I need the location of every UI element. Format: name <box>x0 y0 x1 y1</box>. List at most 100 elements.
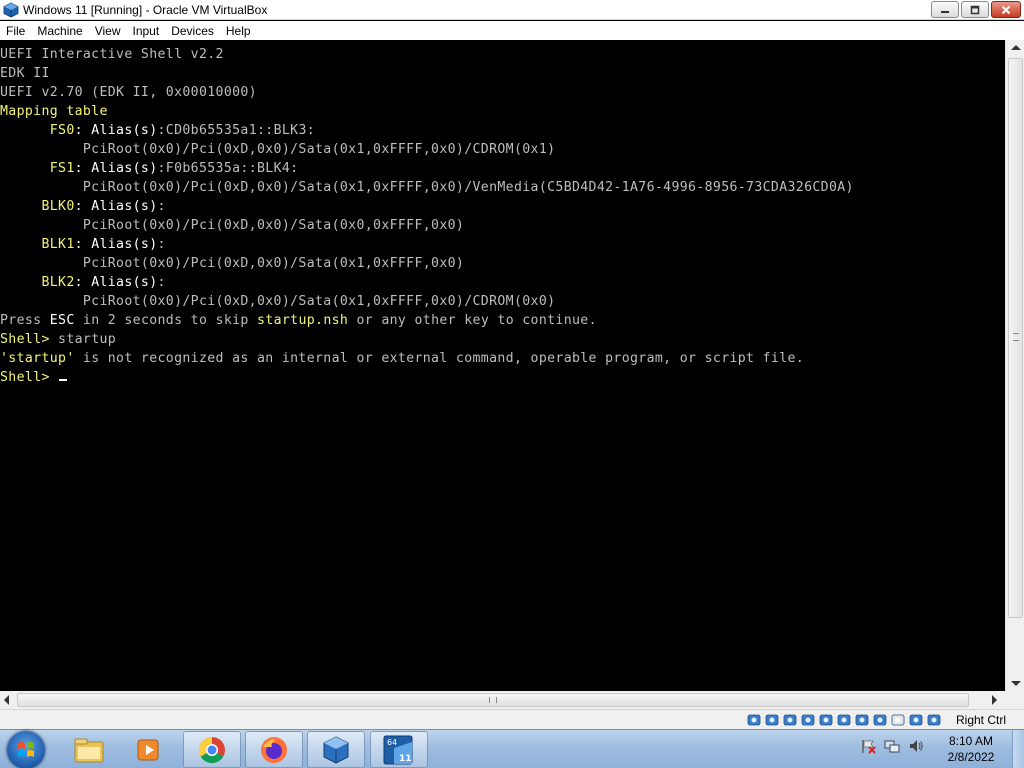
taskbar-virtualbox[interactable] <box>307 731 365 768</box>
mouse-integration-icon[interactable] <box>908 712 923 727</box>
taskbar-clock[interactable]: 8:10 AM 2/8/2022 <box>936 733 1006 765</box>
scroll-grip-icon <box>489 697 497 703</box>
terminal-text: PciRoot(0x0)/Pci(0xD,0x0)/Sata(0x1,0xFFF… <box>0 180 854 195</box>
menu-view[interactable]: View <box>89 24 127 38</box>
terminal-text: : Alias(s) <box>74 161 158 176</box>
usb-icon[interactable] <box>818 712 833 727</box>
device-status-icons <box>746 712 941 727</box>
optical-drive-icon[interactable] <box>764 712 779 727</box>
terminal-text: :F0b65535a::BLK4: <box>157 161 299 176</box>
terminal-text: Press <box>0 313 50 328</box>
windows-taskbar: 64 11 8:10 AM 2/8/2022 <box>0 729 1024 768</box>
taskbar-media-player[interactable] <box>120 731 178 768</box>
terminal-text: ESC <box>49 313 75 328</box>
clock-time: 8:10 AM <box>948 734 994 748</box>
terminal-text: startup.nsh <box>257 313 349 328</box>
terminal-line: UEFI Interactive Shell v2.2 <box>0 45 854 64</box>
close-button[interactable] <box>991 1 1021 18</box>
menu-help[interactable]: Help <box>220 24 257 38</box>
keyboard-capture-icon[interactable] <box>926 712 941 727</box>
terminal-line: Mapping table <box>0 102 854 121</box>
terminal-text: startup <box>58 332 117 347</box>
scroll-up-arrow-icon[interactable] <box>1011 45 1021 50</box>
taskbar-windows-11-vm[interactable]: 64 11 <box>370 731 428 768</box>
title-bar[interactable]: Windows 11 [Running] - Oracle VM Virtual… <box>0 0 1024 20</box>
terminal-line: 'startup' is not recognized as an intern… <box>0 349 854 368</box>
scroll-right-arrow-icon[interactable] <box>992 695 997 705</box>
vertical-scroll-thumb[interactable] <box>1008 58 1023 618</box>
terminal-text: Shell> <box>0 370 59 385</box>
uefi-shell-output: UEFI Interactive Shell v2.2 EDK II UEFI v2… <box>0 45 854 387</box>
terminal-line: PciRoot(0x0)/Pci(0xD,0x0)/Sata(0x1,0xFFF… <box>0 292 854 311</box>
host-key-label: Right Ctrl <box>956 713 1007 727</box>
maximize-button[interactable] <box>961 1 989 18</box>
terminal-line: Press ESC in 2 seconds to skip startup.n… <box>0 311 854 330</box>
virtualbox-icon <box>323 735 349 764</box>
terminal-text: : Alias(s) <box>74 237 158 252</box>
terminal-text: Shell> <box>0 332 59 347</box>
scroll-left-arrow-icon[interactable] <box>4 695 9 705</box>
terminal-line: FS0: Alias(s):CD0b65535a1::BLK3: <box>0 121 854 140</box>
vertical-scrollbar[interactable] <box>1005 40 1024 691</box>
terminal-line: Shell> <box>0 368 854 387</box>
vm-display[interactable]: UEFI Interactive Shell v2.2 EDK II UEFI v2… <box>0 40 1005 691</box>
vm-badge-top: 64 <box>387 738 397 747</box>
terminal-text: PciRoot(0x0)/Pci(0xD,0x0)/Sata(0x0,0xFFF… <box>0 218 465 233</box>
minimize-button[interactable] <box>931 1 959 18</box>
window-title: Windows 11 [Running] - Oracle VM Virtual… <box>23 2 268 17</box>
horizontal-scroll-thumb[interactable] <box>17 693 969 707</box>
virtualization-icon[interactable] <box>890 712 905 727</box>
terminal-text: 'startup' <box>0 351 75 366</box>
action-center-flag-icon[interactable] <box>860 738 876 754</box>
terminal-line: BLK0: Alias(s): <box>0 197 854 216</box>
system-tray <box>860 738 924 754</box>
network-icon[interactable] <box>800 712 815 727</box>
terminal-line: PciRoot(0x0)/Pci(0xD,0x0)/Sata(0x1,0xFFF… <box>0 140 854 159</box>
terminal-text: : <box>157 237 166 252</box>
menu-machine[interactable]: Machine <box>31 24 88 38</box>
terminal-line: PciRoot(0x0)/Pci(0xD,0x0)/Sata(0x1,0xFFF… <box>0 178 854 197</box>
virtualbox-icon <box>3 2 19 17</box>
volume-icon[interactable] <box>908 738 924 754</box>
terminal-text: : <box>157 199 166 214</box>
status-bar: Right Ctrl <box>0 709 1024 729</box>
terminal-text: BLK2 <box>0 275 75 290</box>
terminal-text: is not recognized as an internal or exte… <box>74 351 805 366</box>
taskbar-firefox[interactable] <box>245 731 303 768</box>
hard-disk-icon[interactable] <box>746 712 761 727</box>
taskbar-chrome[interactable] <box>183 731 241 768</box>
scrollbar-corner <box>1005 691 1024 709</box>
audio-icon[interactable] <box>782 712 797 727</box>
scroll-down-arrow-icon[interactable] <box>1011 681 1021 686</box>
terminal-text: : Alias(s) <box>74 123 158 138</box>
menu-devices[interactable]: Devices <box>165 24 220 38</box>
network-tray-icon[interactable] <box>884 738 900 754</box>
clock-date: 2/8/2022 <box>947 750 995 764</box>
terminal-text: in 2 seconds to skip <box>74 313 257 328</box>
terminal-text: Mapping table <box>0 104 108 119</box>
show-desktop-button[interactable] <box>1012 730 1024 768</box>
chrome-icon <box>198 736 225 763</box>
firefox-icon <box>261 736 287 763</box>
display-icon[interactable] <box>854 712 869 727</box>
terminal-text: : <box>157 275 166 290</box>
menu-input[interactable]: Input <box>127 24 166 38</box>
terminal-text: BLK0 <box>0 199 75 214</box>
shared-folders-icon[interactable] <box>836 712 851 727</box>
taskbar-file-explorer[interactable] <box>60 731 118 768</box>
horizontal-scrollbar[interactable] <box>0 691 1005 709</box>
video-capture-icon[interactable] <box>872 712 887 727</box>
text-cursor <box>59 379 68 381</box>
terminal-text: FS1 <box>0 161 75 176</box>
maximize-icon <box>970 5 980 14</box>
terminal-text: PciRoot(0x0)/Pci(0xD,0x0)/Sata(0x1,0xFFF… <box>0 142 556 157</box>
windows-logo-icon <box>18 742 34 757</box>
close-icon <box>1001 5 1011 14</box>
menu-bar: File Machine View Input Devices Help <box>0 21 1024 40</box>
windows-start-orb-icon[interactable] <box>7 731 45 768</box>
terminal-text: : Alias(s) <box>74 275 158 290</box>
vm-badge-bottom: 11 <box>399 754 412 764</box>
terminal-line: EDK II <box>0 64 854 83</box>
menu-file[interactable]: File <box>0 24 31 38</box>
terminal-line: UEFI v2.70 (EDK II, 0x00010000) <box>0 83 854 102</box>
